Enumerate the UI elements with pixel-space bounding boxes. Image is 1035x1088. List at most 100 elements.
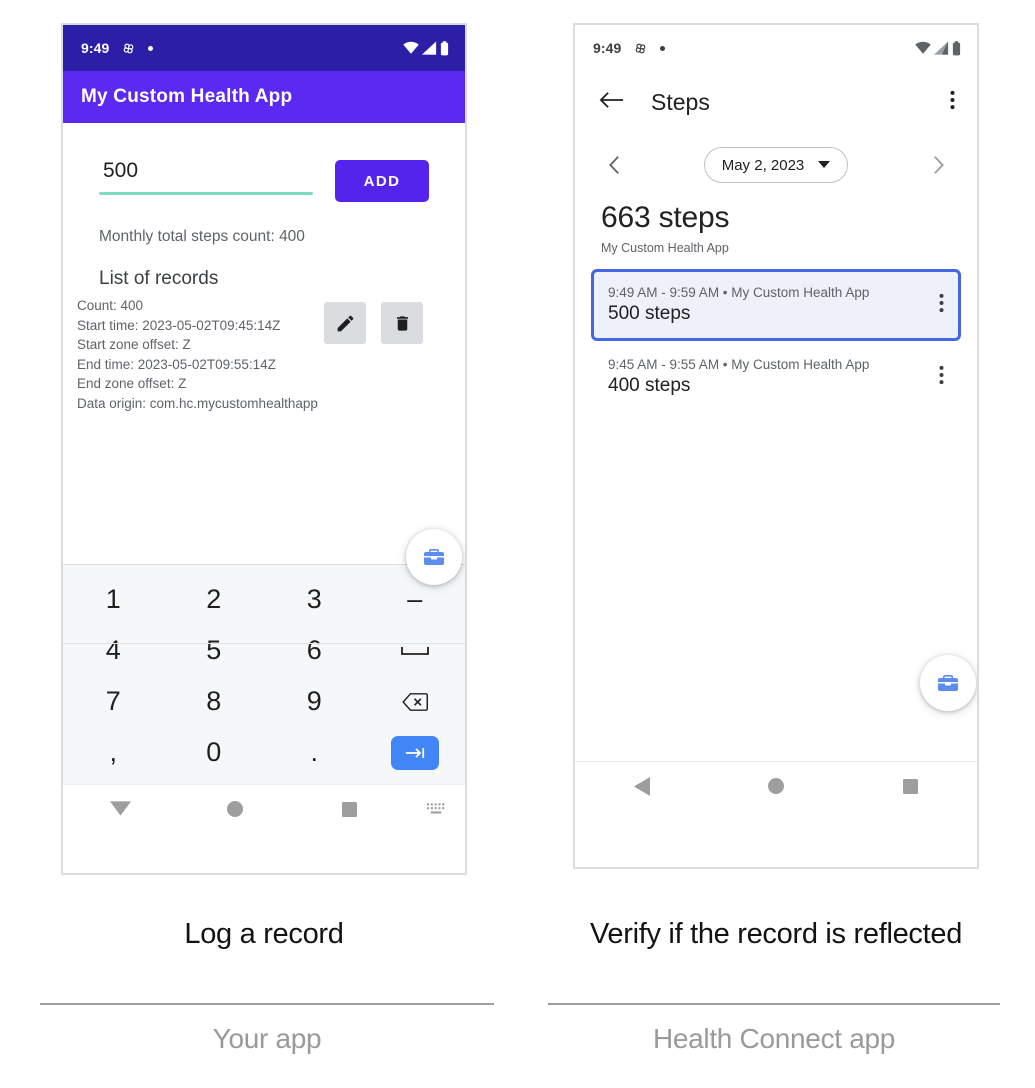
chevron-left-icon	[608, 156, 619, 174]
key-6[interactable]: 6	[264, 625, 365, 676]
status-bar-right-group	[403, 40, 449, 56]
left-sublabel: Your app	[212, 1023, 322, 1054]
record-line-end-offset: End zone offset: Z	[77, 376, 187, 391]
record-card-selected[interactable]: 9:49 AM - 9:59 AM • My Custom Health App…	[591, 269, 961, 341]
health-connect-top-bar: Steps	[575, 71, 977, 133]
record-line-end-time: End time: 2023-05-02T09:55:14Z	[77, 356, 276, 372]
key-8[interactable]: 8	[164, 676, 265, 727]
key-9[interactable]: 9	[264, 676, 365, 727]
key-minus[interactable]: –	[365, 574, 466, 625]
record-card-value: 400 steps	[608, 375, 691, 396]
trash-icon	[396, 315, 408, 331]
right-toolbox-fab[interactable]	[920, 655, 976, 711]
keyboard-row: 1 2 3 –	[63, 574, 465, 625]
total-steps-value: 663 steps	[601, 201, 730, 234]
nav-recents-button[interactable]	[843, 778, 977, 794]
record-card-meta: 9:49 AM - 9:59 AM • My Custom Health App	[608, 285, 870, 300]
dot-icon	[148, 45, 154, 51]
record-overflow-menu-button[interactable]	[939, 292, 948, 319]
status-bar-right-group	[915, 40, 961, 56]
record-card-meta: 9:45 AM - 9:55 AM • My Custom Health App	[608, 357, 870, 372]
keyboard-row: 7 8 9	[63, 676, 465, 727]
monthly-total-text: Monthly total steps count: 400	[99, 228, 305, 245]
record-card-text: 9:45 AM - 9:55 AM • My Custom Health App…	[608, 357, 869, 397]
status-bar-left-group: 9:49	[81, 40, 154, 57]
keyboard-switch-icon	[426, 802, 444, 814]
signal-icon	[422, 41, 437, 55]
toolbox-icon	[938, 675, 958, 691]
steps-input-field[interactable]: 500	[99, 159, 313, 195]
list-empty-space	[575, 413, 977, 761]
battery-icon	[440, 40, 449, 55]
left-app-bar: My Custom Health App	[63, 71, 465, 123]
left-app-content: 500 ADD Monthly total steps count: 400 L…	[63, 123, 465, 644]
key-backspace[interactable]	[365, 676, 466, 727]
signal-icon	[934, 41, 949, 55]
right-phone-frame: 9:49 Steps May 2, 2023 663 steps My Cust…	[573, 23, 979, 869]
key-enter[interactable]	[365, 727, 466, 778]
recents-square-icon	[902, 778, 918, 794]
chevron-right-icon	[933, 156, 944, 174]
home-circle-icon	[227, 801, 243, 817]
status-bar-left-group: 9:49	[593, 40, 666, 57]
add-button[interactable]: ADD	[335, 160, 429, 202]
enter-key-surface	[390, 735, 439, 770]
overflow-menu-button[interactable]	[950, 89, 955, 116]
nav-switch-keyboard-button[interactable]	[407, 802, 465, 817]
record-line-data-origin: Data origin: com.hc.mycustomhealthapp	[77, 395, 318, 411]
enter-arrow-icon	[405, 747, 424, 758]
record-card[interactable]: 9:45 AM - 9:55 AM • My Custom Health App…	[591, 341, 961, 413]
key-comma[interactable]: ,	[63, 727, 164, 778]
key-2[interactable]: 2	[164, 574, 265, 625]
right-status-bar: 9:49	[575, 25, 977, 71]
pinwheel-icon	[636, 43, 646, 53]
left-status-bar: 9:49	[63, 25, 465, 71]
record-line-start-time: Start time: 2023-05-02T09:45:14Z	[77, 317, 281, 333]
key-5[interactable]: 5	[164, 625, 265, 676]
back-triangle-icon	[634, 776, 650, 796]
space-bar-icon	[400, 646, 429, 655]
delete-record-button[interactable]	[381, 302, 423, 344]
back-arrow-icon	[599, 91, 624, 108]
list-of-records-heading: List of records	[99, 268, 219, 289]
edit-record-button[interactable]	[324, 302, 366, 344]
pinwheel-icon	[124, 43, 134, 53]
toolbox-icon	[424, 549, 444, 565]
nav-home-button[interactable]	[178, 801, 293, 817]
date-picker-chip[interactable]: May 2, 2023	[703, 147, 849, 183]
right-nav-bar	[575, 761, 977, 810]
back-button[interactable]	[599, 90, 624, 115]
left-toolbox-fab[interactable]	[406, 529, 462, 585]
recents-square-icon	[342, 801, 358, 817]
records-list: 9:49 AM - 9:59 AM • My Custom Health App…	[575, 255, 977, 711]
nav-recents-button[interactable]	[292, 801, 407, 817]
record-row: Count: 400 Start time: 2023-05-02T09:45:…	[63, 290, 465, 644]
key-1[interactable]: 1	[63, 574, 164, 625]
key-7[interactable]: 7	[63, 676, 164, 727]
key-4[interactable]: 4	[63, 625, 164, 676]
down-triangle-icon	[109, 801, 131, 816]
key-3[interactable]: 3	[264, 574, 365, 625]
steps-input-row: 500 ADD	[63, 123, 465, 202]
steps-input-value[interactable]: 500	[99, 159, 313, 192]
battery-icon	[952, 40, 961, 55]
next-day-button[interactable]	[925, 150, 951, 180]
wifi-icon	[403, 41, 419, 54]
nav-home-button[interactable]	[709, 778, 843, 794]
key-space[interactable]	[365, 625, 466, 676]
record-line-count: Count: 400	[77, 298, 144, 313]
overflow-menu-icon	[939, 365, 944, 384]
nav-hide-keyboard-button[interactable]	[63, 801, 178, 817]
record-overflow-menu-button[interactable]	[939, 364, 948, 391]
right-caption: Verify if the record is reflected	[589, 918, 963, 950]
status-clock: 9:49	[81, 40, 110, 56]
keyboard-row: , 0 .	[63, 727, 465, 778]
overflow-menu-icon	[950, 90, 955, 109]
key-period[interactable]: .	[264, 727, 365, 778]
key-0[interactable]: 0	[164, 727, 265, 778]
nav-back-button[interactable]	[575, 776, 709, 796]
previous-day-button[interactable]	[601, 150, 627, 180]
total-steps-source: My Custom Health App	[601, 241, 729, 255]
numeric-keyboard: 1 2 3 – 4 5 6 7 8 9 , 0 .	[63, 564, 465, 784]
record-details: Count: 400 Start time: 2023-05-02T09:45:…	[77, 296, 324, 413]
